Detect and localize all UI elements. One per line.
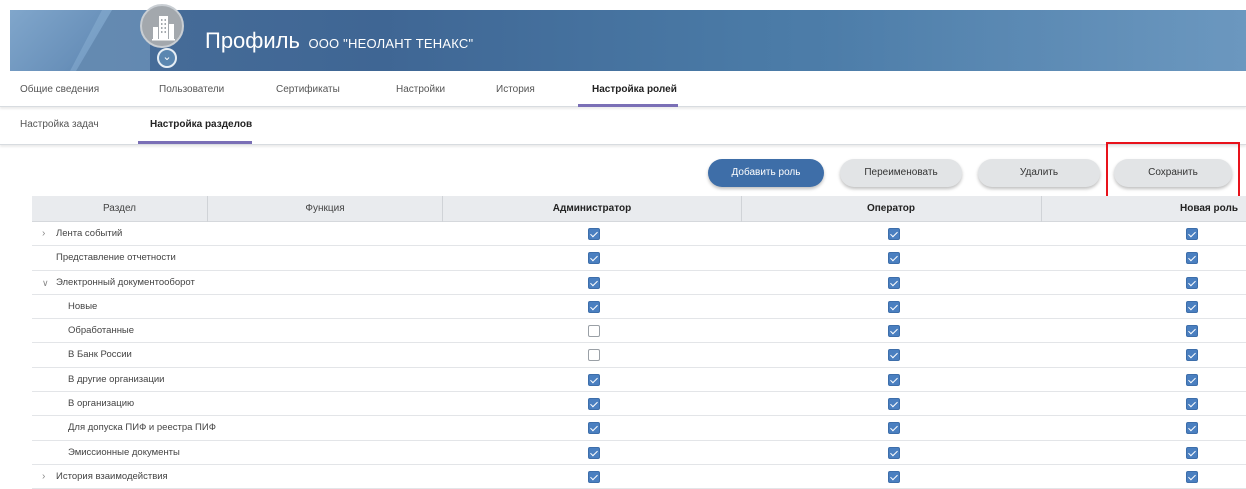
administrator-checkbox[interactable] xyxy=(588,252,600,265)
section-label: В Банк России xyxy=(68,349,132,361)
new-role-checkbox[interactable] xyxy=(1186,228,1198,240)
column-header-new-role[interactable]: Новая роль xyxy=(1132,196,1238,222)
chevron-down-icon[interactable]: ∨ xyxy=(42,271,49,295)
new-role-checkbox[interactable] xyxy=(1186,252,1198,265)
tab-history[interactable]: История xyxy=(496,84,535,95)
rename-button[interactable]: Переименовать xyxy=(840,159,962,187)
administrator-checkbox[interactable] xyxy=(588,446,600,459)
operator-checkbox[interactable] xyxy=(888,470,900,483)
column-header-operator[interactable]: Оператор xyxy=(742,196,1040,222)
new-role-checkbox[interactable] xyxy=(1186,325,1198,338)
main-tabs: Общие сведения Пользователи Сертификаты … xyxy=(0,72,1246,107)
section-label: Обработанные xyxy=(68,325,135,337)
sub-tabs: Настройка задач Настройка разделов xyxy=(0,107,1246,145)
section-label: Представление отчетности xyxy=(56,252,176,264)
table-row[interactable]: Обработанные xyxy=(32,319,1246,344)
column-header-administrator[interactable]: Администратор xyxy=(443,196,741,222)
operator-checkbox[interactable] xyxy=(888,422,900,435)
save-button-highlight xyxy=(1106,142,1240,198)
section-label: Эмиссионные документы xyxy=(68,446,180,458)
table-row[interactable]: Эмиссионные документы xyxy=(32,441,1246,465)
organization-name: ООО "НЕОЛАНТ ТЕНАКС" xyxy=(308,36,474,51)
administrator-checkbox[interactable] xyxy=(588,398,600,411)
tab-users[interactable]: Пользователи xyxy=(159,84,224,95)
tab-certificates[interactable]: Сертификаты xyxy=(276,84,340,95)
table-body: › Лента событий Представление отчетности ∨ Э… xyxy=(32,222,1246,489)
new-role-checkbox[interactable] xyxy=(1186,276,1198,289)
section-label: Лента событий xyxy=(56,228,123,239)
building-icon[interactable] xyxy=(140,4,184,48)
operator-checkbox[interactable] xyxy=(888,276,900,289)
column-header-function[interactable]: Функция xyxy=(208,196,442,222)
table-row[interactable]: Новые xyxy=(32,295,1246,320)
operator-checkbox[interactable] xyxy=(888,252,900,265)
operator-checkbox[interactable] xyxy=(888,398,900,411)
table-row[interactable]: В организацию xyxy=(32,392,1246,417)
table-row[interactable]: ∨ Электронный документооборот xyxy=(32,271,1246,295)
table-row[interactable]: Представление отчетности xyxy=(32,246,1246,271)
chevron-right-icon[interactable]: › xyxy=(42,465,45,489)
operator-checkbox[interactable] xyxy=(888,325,900,338)
add-role-button[interactable]: Добавить роль xyxy=(708,159,824,187)
delete-button[interactable]: Удалить xyxy=(978,159,1100,187)
new-role-checkbox[interactable] xyxy=(1186,470,1198,483)
new-role-checkbox[interactable] xyxy=(1186,446,1198,459)
administrator-checkbox[interactable] xyxy=(588,325,600,338)
table-row[interactable]: Для допуска ПИФ и реестра ПИФ xyxy=(32,416,1246,441)
administrator-checkbox[interactable] xyxy=(588,228,600,240)
section-label: Для допуска ПИФ и реестра ПИФ xyxy=(68,422,216,434)
new-role-checkbox[interactable] xyxy=(1186,300,1198,313)
new-role-checkbox[interactable] xyxy=(1186,398,1198,411)
profile-header xyxy=(10,10,1246,71)
section-label: История взаимодействия xyxy=(56,470,168,482)
administrator-checkbox[interactable] xyxy=(588,373,600,386)
administrator-checkbox[interactable] xyxy=(588,300,600,313)
section-label: В организацию xyxy=(68,398,135,410)
operator-checkbox[interactable] xyxy=(888,349,900,362)
operator-checkbox[interactable] xyxy=(888,446,900,459)
section-label: В другие организации xyxy=(68,373,165,385)
section-label: Новые xyxy=(68,300,98,312)
table-header: Раздел Функция Администратор Оператор Но… xyxy=(32,196,1246,222)
new-role-checkbox[interactable] xyxy=(1186,373,1198,386)
active-subtab-indicator xyxy=(138,141,252,144)
table-row[interactable]: В Банк России xyxy=(32,343,1246,368)
table-row[interactable]: › Лента событий xyxy=(32,222,1246,247)
chevron-right-icon[interactable]: › xyxy=(42,222,45,246)
administrator-checkbox[interactable] xyxy=(588,349,600,362)
operator-checkbox[interactable] xyxy=(888,373,900,386)
page-title: Профиль ООО "НЕОЛАНТ ТЕНАКС" xyxy=(205,28,473,54)
administrator-checkbox[interactable] xyxy=(588,422,600,435)
administrator-checkbox[interactable] xyxy=(588,470,600,483)
tab-task-settings[interactable]: Настройка задач xyxy=(20,119,99,130)
tab-section-settings[interactable]: Настройка разделов xyxy=(150,119,252,130)
roles-table: Раздел Функция Администратор Оператор Но… xyxy=(32,196,1246,489)
administrator-checkbox[interactable] xyxy=(588,276,600,289)
tab-settings[interactable]: Настройки xyxy=(396,84,445,95)
new-role-checkbox[interactable] xyxy=(1186,422,1198,435)
table-row[interactable]: › История взаимодействия xyxy=(32,465,1246,489)
new-role-checkbox[interactable] xyxy=(1186,349,1198,362)
operator-checkbox[interactable] xyxy=(888,228,900,240)
chevron-down-icon[interactable]: ⌄ xyxy=(157,48,177,68)
header-decoration xyxy=(826,10,1246,71)
table-row[interactable]: В другие организации xyxy=(32,368,1246,393)
page-title-text: Профиль xyxy=(205,28,300,53)
section-label: Электронный документооборот xyxy=(56,276,195,288)
column-divider xyxy=(1041,196,1042,222)
operator-checkbox[interactable] xyxy=(888,300,900,313)
tab-role-settings[interactable]: Настройка ролей xyxy=(592,84,677,95)
tab-general[interactable]: Общие сведения xyxy=(20,84,99,95)
column-header-section[interactable]: Раздел xyxy=(32,196,207,222)
